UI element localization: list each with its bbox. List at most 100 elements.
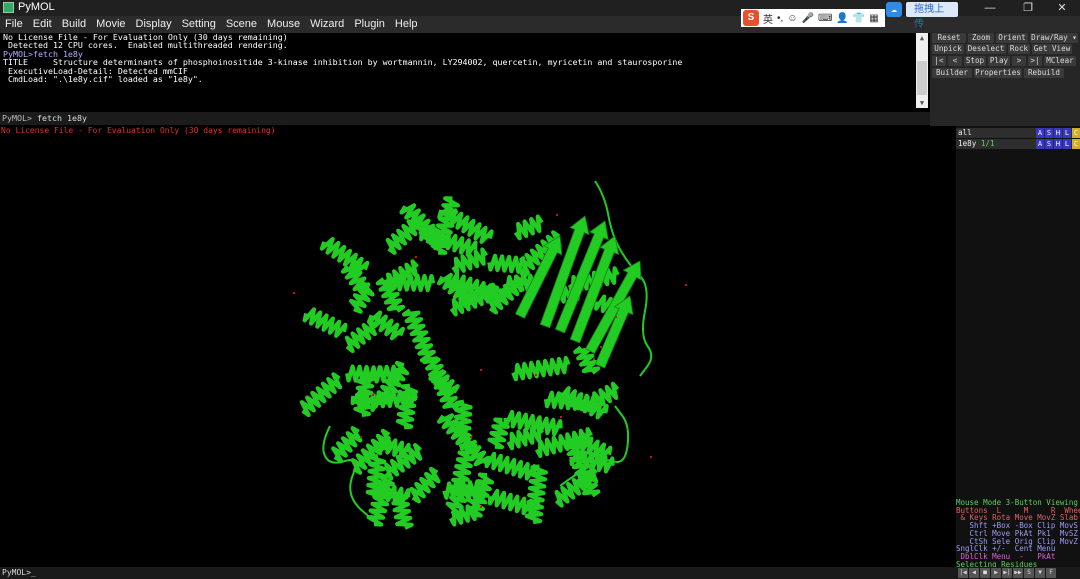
movie-controls: |◀ ◀ ■ ▶ ▶| ▶▶ S ▼ F [958, 568, 1056, 578]
menu-scene[interactable]: Scene [221, 16, 262, 33]
movie-control-button[interactable]: ◀ [969, 568, 979, 578]
mouse-mode-info: Mouse Mode 3-Button Viewing Buttons L M R… [956, 499, 1080, 576]
deselect-button[interactable]: Deselect [966, 44, 1006, 54]
rock-button[interactable]: Rock [1008, 44, 1030, 54]
movie-control-button[interactable]: F [1046, 568, 1056, 578]
menu-file[interactable]: File [0, 16, 28, 33]
menu-wizard[interactable]: Wizard [305, 16, 349, 33]
movie-control-button[interactable]: |◀ [958, 568, 968, 578]
menu-build[interactable]: Build [57, 16, 91, 33]
minimize-icon[interactable]: — [972, 0, 1008, 16]
orient-button[interactable]: Orient [996, 33, 1028, 43]
unpick-button[interactable]: Unpick [932, 44, 964, 54]
ime-tool-icon[interactable]: •, [777, 13, 783, 24]
item-button[interactable]: |< [932, 56, 946, 66]
properties-button[interactable]: Properties [974, 68, 1022, 78]
window-title: PyMOL [18, 1, 55, 13]
bottom-prompt[interactable]: PyMOL>_ [2, 567, 36, 579]
water-molecule [650, 456, 652, 458]
movie-control-button[interactable]: ▼ [1035, 568, 1045, 578]
ime-tool-icon[interactable]: 👤 [836, 13, 848, 24]
play-button[interactable]: Play [988, 56, 1010, 66]
water-molecule [372, 394, 374, 396]
ime-tool-icon[interactable]: ▦ [869, 13, 878, 24]
item-button[interactable]: >| [1028, 56, 1042, 66]
drag-upload-button[interactable]: 拖拽上传 [906, 2, 958, 30]
menu-help[interactable]: Help [390, 16, 423, 33]
menu-display[interactable]: Display [131, 16, 177, 33]
console-scrollbar[interactable]: ▲ ▼ [916, 33, 928, 108]
object-s-button[interactable]: S [1045, 128, 1053, 138]
object-l-button[interactable]: L [1063, 139, 1071, 149]
helix-segment [487, 417, 510, 450]
movie-control-button[interactable]: ▶| [1002, 568, 1012, 578]
ime-tool-icon[interactable]: 🎤 [802, 13, 814, 24]
menu-plugin[interactable]: Plugin [349, 16, 390, 33]
protein-cartoon[interactable] [0, 126, 956, 567]
pymol-app-icon [3, 2, 14, 13]
movie-control-button[interactable]: S [1024, 568, 1034, 578]
command-line[interactable]: PyMOL> fetch 1e8y [0, 112, 930, 125]
water-molecule [615, 316, 617, 318]
water-molecule [480, 369, 482, 371]
object-name[interactable]: 1e8y 1/1 [958, 139, 995, 149]
menu-edit[interactable]: Edit [28, 16, 57, 33]
object-l-button[interactable]: L [1063, 128, 1071, 138]
ime-tool-icon[interactable]: ⌨ [818, 13, 832, 24]
ime-tool-icon[interactable]: 👕 [853, 13, 865, 24]
object-action-buttons: ASHLC [1035, 139, 1080, 149]
ime-toolbar: S 英 •, ☺ 🎤 ⌨ 👤 👕 ▦ [741, 9, 885, 27]
helix-segment [409, 466, 441, 504]
helix-segment [506, 424, 545, 451]
scroll-up-icon[interactable]: ▲ [916, 33, 928, 43]
movie-control-button[interactable]: ▶▶ [1013, 568, 1023, 578]
zoom-button[interactable]: Zoom [968, 33, 994, 43]
object-h-button[interactable]: H [1054, 139, 1062, 149]
close-icon[interactable]: ✕ [1044, 0, 1080, 16]
builder-button[interactable]: Builder [932, 68, 972, 78]
stop-button[interactable]: Stop [964, 56, 986, 66]
console-line: CmdLoad: ".\1e8y.cif" loaded as "1e8y". [3, 74, 203, 85]
get-view-button[interactable]: Get View [1032, 44, 1072, 54]
scroll-down-icon[interactable]: ▼ [916, 98, 928, 108]
object-s-button[interactable]: S [1045, 139, 1053, 149]
item-button[interactable]: < [948, 56, 962, 66]
helix-segment [591, 381, 620, 410]
output-console: No License File - For Evaluation Only (3… [0, 33, 916, 110]
command-prompt: PyMOL> [2, 113, 32, 123]
reset-button[interactable]: Reset [932, 33, 966, 43]
draw-ray-button[interactable]: Draw/Ray ▾ [1030, 33, 1078, 43]
3d-viewport[interactable]: No License File - For Evaluation Only (3… [0, 126, 956, 567]
movie-control-button[interactable]: ▶ [991, 568, 1001, 578]
menu-movie[interactable]: Movie [91, 16, 130, 33]
water-molecule [556, 214, 558, 216]
helix-segment [466, 472, 495, 518]
ime-mode-toggle[interactable]: 英 [763, 11, 773, 26]
object-row[interactable]: 1e8y 1/1 A S H L C [956, 139, 1080, 149]
object-a-button[interactable]: A [1036, 128, 1044, 138]
object-row[interactable]: all ASHLC [956, 128, 1080, 138]
object-c-button[interactable]: C [1072, 139, 1080, 149]
mclear-button[interactable]: MClear [1044, 56, 1076, 66]
ime-tool-icon[interactable]: ☺ [787, 13, 797, 24]
item-button[interactable]: > [1012, 56, 1026, 66]
object-label: 1e8y [958, 139, 981, 148]
object-name[interactable]: all [958, 128, 972, 138]
bottom-bar: PyMOL>_ |◀ ◀ ■ ▶ ▶| ▶▶ S ▼ F [0, 567, 1080, 579]
rebuild-button[interactable]: Rebuild [1024, 68, 1064, 78]
menu-setting[interactable]: Setting [177, 16, 221, 33]
helix-segment [484, 451, 537, 481]
water-molecule [685, 284, 687, 286]
command-input[interactable]: fetch 1e8y [37, 113, 87, 123]
object-h-button[interactable]: H [1054, 128, 1062, 138]
helix-segment [402, 308, 439, 365]
restore-icon[interactable]: ❐ [1010, 0, 1046, 16]
object-c-button[interactable]: C [1072, 128, 1080, 138]
movie-control-button[interactable]: ■ [980, 568, 990, 578]
cloud-upload-widget: ☁ 拖拽上传 [886, 1, 958, 30]
water-molecule [470, 436, 472, 438]
object-panel: all A S H L C 1e8y 1/1 A S H L C Mouse Mode 3-Butt… [956, 126, 1080, 576]
menu-mouse[interactable]: Mouse [262, 16, 305, 33]
scrollbar-thumb[interactable] [917, 61, 927, 95]
object-a-button[interactable]: A [1036, 139, 1044, 149]
